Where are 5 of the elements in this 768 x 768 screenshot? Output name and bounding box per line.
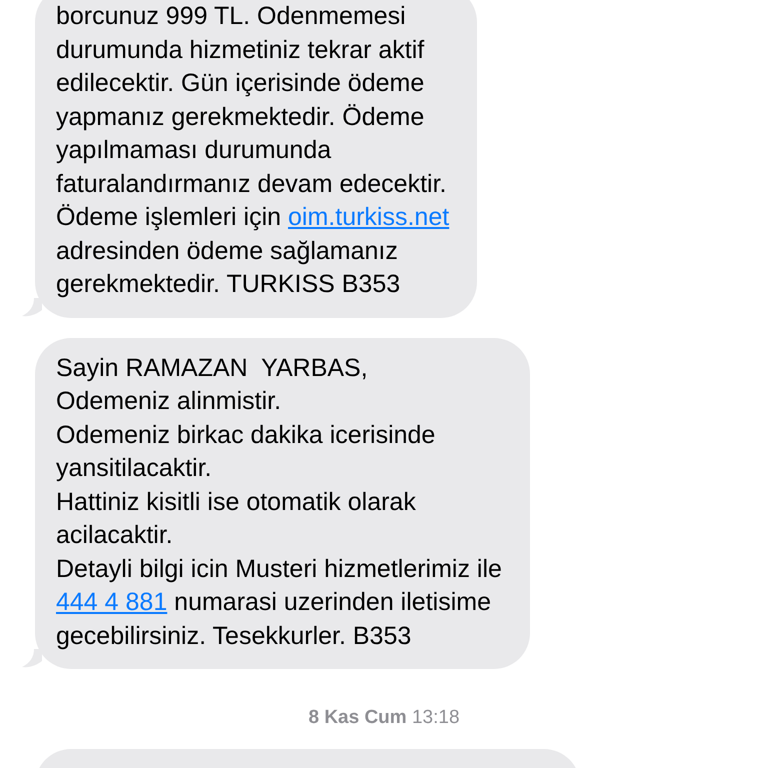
message-link[interactable]: oim.turkiss.net (288, 203, 450, 231)
message-timestamp: 8 Kas Cum 13:18 (307, 707, 461, 729)
message-text: borcunuz 999 TL. Odenmemesi durumunda hizmetiniz tekrar aktif edilecektir. Gün içerisinde ödeme yapmanız gerekmektedir. Ödeme yapılmaması durumunda faturalandırmanız devam edecektir. Ödeme işlemleri için oim.turkiss.net adresinden ödeme sağlamanız gerekmektedir. TURKISS B353 (56, 1, 450, 300)
message-link[interactable]: 444 4 881 (56, 588, 168, 616)
message-text: Sayin RAMAZAN YARBAS, Odemeniz alinmistir. Odemeniz birkac dakika icerisinde yansitilacaktir. Hattiniz kisitli ise otomatik olarak acilacaktir. Detayli bilgi icin Musteri hizmetlerimiz ile 444 4 881 numarasi uzerinden iletisime gecebilirsiniz. Tesekkurler. B353 (56, 352, 502, 652)
